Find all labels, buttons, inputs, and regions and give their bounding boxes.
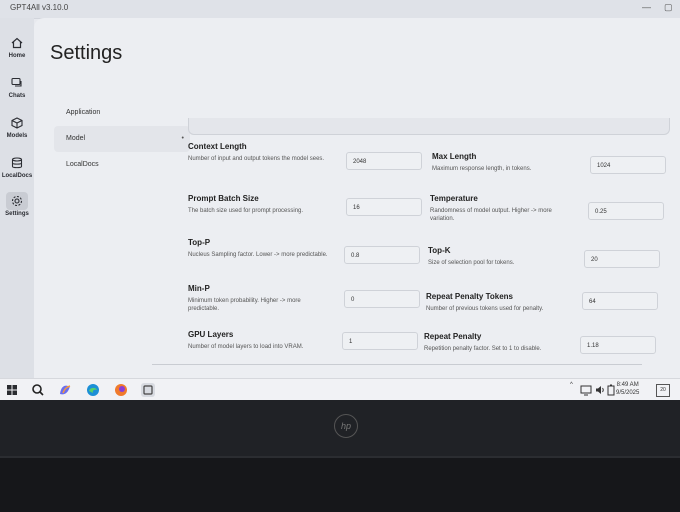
sidebar-item-chats[interactable]: Chats — [0, 74, 34, 99]
volume-icon[interactable] — [594, 384, 606, 396]
clock-date: 9/5/2025 — [616, 390, 640, 396]
subnav-item-label: LocalDocs — [66, 161, 99, 168]
top-p-input[interactable]: 0.8 — [344, 246, 420, 264]
cube-icon — [11, 117, 23, 129]
page-title: Settings — [50, 42, 123, 64]
setting-title: Prompt Batch Size — [188, 194, 259, 203]
network-icon[interactable] — [580, 384, 592, 396]
min-p-input[interactable]: 0 — [344, 290, 420, 308]
subnav-item-application[interactable]: Application — [54, 100, 190, 126]
prompt-batch-size-input[interactable]: 16 — [346, 198, 422, 216]
content-divider — [152, 364, 642, 365]
sidebar-item-models[interactable]: Models — [0, 114, 34, 139]
setting-top-p: Top-P Nucleus Sampling factor. Lower -> … — [188, 238, 330, 259]
gpt4all-app-icon[interactable] — [140, 382, 156, 398]
sidebar-item-label: Home — [8, 53, 26, 59]
firefox-icon[interactable] — [113, 382, 129, 398]
setting-min-p: Min-P Minimum token probability. Higher … — [188, 284, 330, 313]
top-k-input[interactable]: 20 — [584, 250, 660, 268]
settings-subnav: Application Model • LocalDocs — [54, 100, 190, 178]
context-length-input[interactable]: 2048 — [346, 152, 422, 170]
sidebar-item-label: Chats — [8, 93, 26, 99]
setting-description: The batch size used for prompt processin… — [188, 208, 304, 214]
sidebar-item-settings[interactable]: Settings — [0, 192, 34, 217]
max-length-input[interactable]: 1024 — [590, 156, 666, 174]
subnav-item-label: Application — [66, 109, 101, 116]
tray-overflow-icon[interactable]: ^ — [570, 382, 573, 388]
subnav-item-model[interactable]: Model • — [54, 126, 190, 152]
screen: GPT4All v3.10.0 — ▢ Home Chats Models Lo… — [0, 0, 680, 400]
setting-title: Repeat Penalty Tokens — [426, 292, 513, 301]
setting-gpu-layers: GPU Layers Number of model layers to loa… — [188, 330, 330, 351]
setting-top-k: Top-K Size of selection pool for tokens. — [428, 246, 574, 267]
temperature-input[interactable]: 0.25 — [588, 202, 664, 220]
setting-description: Minimum token probability. Higher -> mor… — [188, 298, 301, 312]
maximize-icon[interactable]: ▢ — [664, 2, 673, 13]
gpu-layers-input[interactable]: 1 — [342, 332, 418, 350]
search-icon[interactable] — [30, 382, 46, 398]
setting-description: Size of selection pool for tokens. — [428, 260, 515, 266]
main-panel: Settings Application Model • LocalDocs Co… — [34, 18, 680, 380]
edge-browser-icon[interactable] — [85, 382, 101, 398]
sidebar-item-label: LocalDocs — [1, 173, 33, 179]
setting-title: Temperature — [430, 194, 478, 203]
setting-description: Randomness of model output. Higher -> mo… — [430, 208, 552, 222]
subnav-item-label: Model — [66, 135, 86, 142]
taskbar: ^ 8:49 AM 9/5/2025 20 — [0, 378, 680, 400]
setting-title: Max Length — [432, 152, 477, 161]
taskbar-clock[interactable]: 8:49 AM 9/5/2025 — [616, 381, 639, 397]
prompt-template-field[interactable] — [188, 118, 670, 135]
setting-title: GPU Layers — [188, 330, 234, 339]
home-icon — [11, 37, 23, 49]
setting-description: Repetition penalty factor. Set to 1 to d… — [424, 346, 542, 352]
notification-count: 20 — [660, 387, 666, 393]
chat-icon — [11, 77, 22, 87]
setting-temperature: Temperature Randomness of model output. … — [430, 194, 576, 223]
setting-title: Repeat Penalty — [424, 332, 482, 341]
copilot-icon[interactable] — [57, 382, 73, 398]
subnav-item-localdocs[interactable]: LocalDocs — [54, 152, 190, 178]
setting-repeat-penalty-tokens: Repeat Penalty Tokens Number of previous… — [426, 292, 576, 313]
app-title: GPT4All v3.10.0 — [10, 3, 69, 12]
setting-title: Top-P — [188, 238, 211, 247]
sidebar-item-localdocs[interactable]: LocalDocs — [0, 154, 34, 179]
setting-title: Min-P — [188, 284, 210, 293]
setting-max-length: Max Length Maximum response length, in t… — [432, 152, 576, 173]
setting-title: Top-K — [428, 246, 451, 255]
minimize-icon[interactable]: — — [642, 2, 651, 12]
setting-repeat-penalty: Repeat Penalty Repetition penalty factor… — [424, 332, 580, 353]
gear-icon — [11, 195, 23, 207]
hp-logo: hp — [334, 414, 358, 438]
repeat-penalty-input[interactable]: 1.18 — [580, 336, 656, 354]
sidebar-item-label: Models — [6, 133, 28, 139]
setting-description: Number of input and output tokens the mo… — [188, 156, 325, 162]
setting-description: Number of model layers to load into VRAM… — [188, 344, 304, 350]
windows-start-icon[interactable] — [4, 382, 20, 398]
title-bar: GPT4All v3.10.0 — ▢ — [0, 0, 680, 19]
setting-prompt-batch-size: Prompt Batch Size The batch size used fo… — [188, 194, 330, 215]
keyboard-edge — [0, 456, 680, 512]
setting-description: Nucleus Sampling factor. Lower -> more p… — [188, 252, 328, 258]
repeat-penalty-tokens-input[interactable]: 64 — [582, 292, 658, 310]
setting-title: Context Length — [188, 142, 247, 151]
database-icon — [11, 157, 23, 169]
model-settings-content: Context Length Number of input and outpu… — [184, 116, 674, 378]
sidebar-item-label: Settings — [5, 211, 29, 217]
setting-context-length: Context Length Number of input and outpu… — [188, 142, 330, 163]
setting-description: Maximum response length, in tokens. — [432, 166, 532, 172]
sidebar-item-home[interactable]: Home — [0, 34, 34, 59]
battery-icon[interactable] — [606, 384, 616, 396]
setting-description: Number of previous tokens used for penal… — [426, 306, 544, 312]
sidebar: Home Chats Models LocalDocs Settings — [0, 18, 34, 378]
clock-time: 8:49 AM — [616, 382, 639, 388]
notification-center-icon[interactable]: 20 — [656, 384, 670, 397]
